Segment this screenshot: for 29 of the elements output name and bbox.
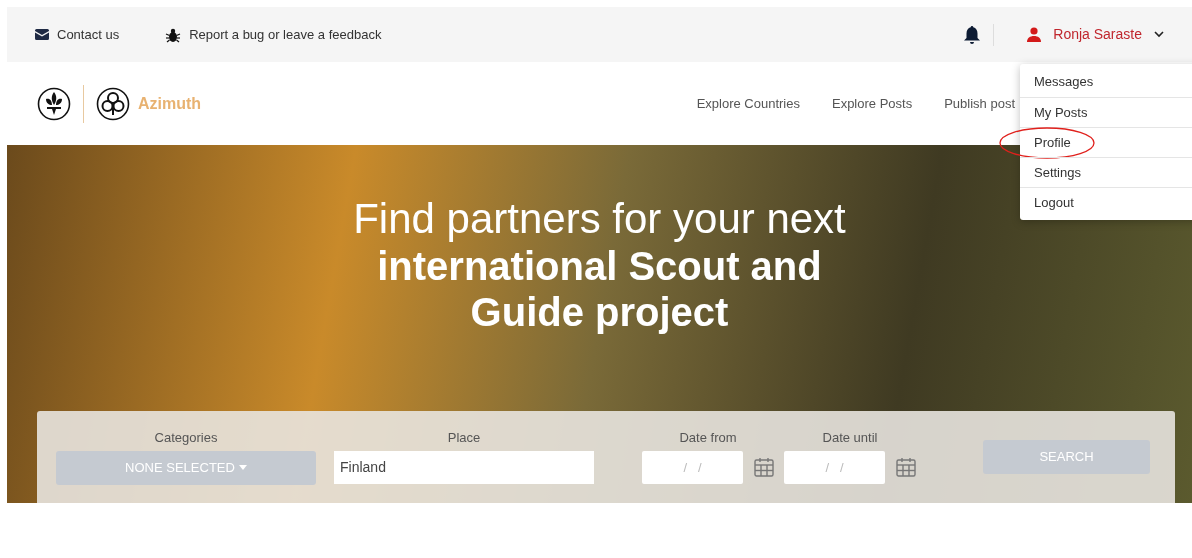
user-icon	[1027, 27, 1042, 42]
user-menu-button[interactable]: Ronja Saraste	[1027, 24, 1164, 45]
menu-item[interactable]: Messages	[1034, 72, 1094, 92]
bell-icon[interactable]	[964, 25, 981, 44]
calendar-icon[interactable]	[896, 457, 916, 477]
menu-item[interactable]: Settings	[1034, 162, 1081, 183]
menu-item[interactable]: Logout	[1034, 192, 1074, 213]
hero-title: Find partners for your next international Scout and Guide project	[352, 195, 847, 336]
feedback-link[interactable]: Report a bug or leave a feedback	[165, 24, 382, 45]
field-label: Categories	[154, 429, 218, 447]
caret-icon	[238, 465, 247, 470]
brand-name: Azimuth	[138, 93, 202, 114]
trefoil-emblem-icon	[96, 86, 130, 121]
place-input[interactable]: Finland	[334, 450, 594, 484]
bug-icon	[165, 26, 182, 43]
field-label: Date until	[822, 429, 878, 447]
nav-link[interactable]: Explore Countries	[696, 93, 800, 114]
nav-link[interactable]: Publish post	[944, 93, 1015, 114]
field-label: Date from	[679, 429, 737, 447]
nav-link[interactable]: Explore Posts	[831, 93, 913, 114]
date-input[interactable]: / /	[784, 450, 885, 484]
date-input[interactable]: / /	[642, 450, 743, 484]
envelope-icon	[35, 29, 49, 40]
field-label: Place	[447, 429, 481, 447]
fleur-de-lis-emblem-icon	[37, 86, 71, 121]
chevron-down-icon	[1154, 31, 1164, 38]
calendar-icon[interactable]	[754, 457, 774, 477]
menu-item[interactable]: My Posts	[1034, 102, 1088, 123]
contact-link[interactable]: Contact us	[35, 24, 120, 45]
